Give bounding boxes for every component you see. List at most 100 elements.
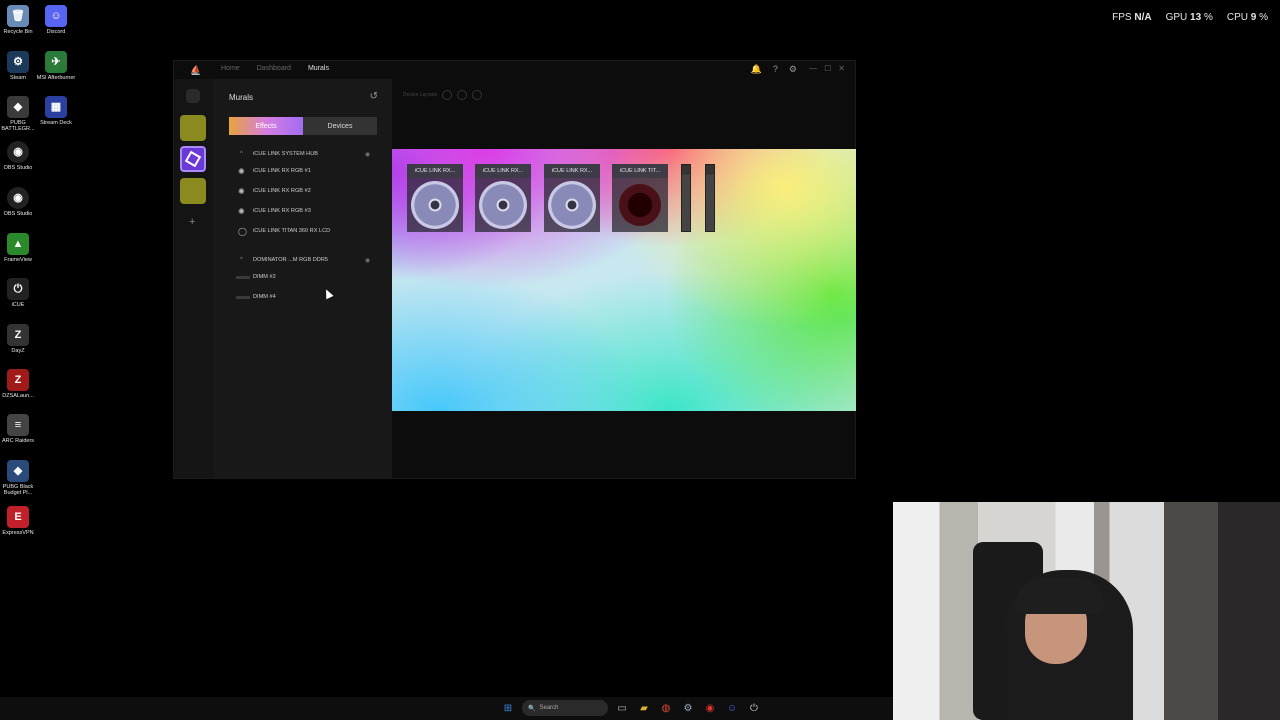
list-item[interactable]: ✺ iCUE LINK RX RGB #1 — [229, 161, 377, 181]
webcam-feed — [893, 502, 1280, 720]
eye-icon[interactable]: ◉ — [365, 151, 377, 158]
dimm-icon — [236, 275, 250, 279]
canvas-device-dimm[interactable] — [705, 164, 715, 232]
pump-icon: ◯ — [238, 226, 247, 236]
list-item[interactable]: DIMM #4 — [229, 287, 377, 307]
desktop-icon-arc-raiders[interactable]: ≡ ARC Raiders — [0, 414, 40, 444]
tab-devices[interactable]: Devices — [303, 117, 377, 135]
desktop-icon-obs-studio[interactable]: ◉ OBS Studio — [0, 141, 40, 171]
panel-tabs: Effects Devices — [229, 117, 377, 135]
title-bar: ⛵ Home Dashboard Murals 🔔 ? ⚙ — ☐ ✕ — [174, 61, 855, 79]
chevron-up-icon[interactable]: ^ — [229, 151, 253, 157]
stream-deck-icon: ▦ — [45, 96, 67, 118]
desktop-icon-dayz[interactable]: Z DayZ — [0, 324, 40, 354]
rail-item-3[interactable] — [180, 178, 206, 204]
pubg-icon: ◆ — [7, 96, 29, 118]
desktop-icon-expressvpn[interactable]: E ExpressVPN — [0, 506, 40, 536]
desktop-icon-obs-studio-2[interactable]: ◉ OBS Studio — [0, 187, 40, 217]
desktop-icon-stream-deck[interactable]: ▦ Stream Deck — [34, 96, 78, 126]
fan-icon: ✺ — [238, 186, 245, 196]
icue-icon: ⏻ — [7, 278, 29, 300]
add-icon[interactable]: + — [189, 216, 195, 228]
group-header[interactable]: ^ iCUE LINK SYSTEM HUB ◉ — [229, 147, 377, 161]
msi-afterburner-icon: ✈ — [45, 51, 67, 73]
layout-button[interactable] — [457, 90, 468, 100]
murals-panel: Murals ↺ Effects Devices ^ iCUE LINK SYS… — [213, 79, 392, 478]
top-nav: Home Dashboard Murals — [221, 65, 346, 72]
collapse-icon[interactable] — [186, 89, 200, 103]
mural-canvas[interactable]: iCUE LINK RX... iCUE LINK RX... iCUE LIN… — [392, 149, 856, 411]
tab-effects[interactable]: Effects — [229, 117, 303, 135]
eye-icon[interactable]: ◉ — [365, 257, 377, 264]
hexagon-icon — [184, 150, 202, 168]
layout-button[interactable] — [442, 90, 453, 100]
layout-button[interactable] — [472, 90, 483, 100]
arc-raiders-icon: ≡ — [7, 414, 29, 436]
rail-item-1[interactable] — [180, 115, 206, 141]
list-item[interactable]: DIMM #2 — [229, 267, 377, 287]
canvas-device-pump[interactable]: iCUE LINK TIT... — [612, 164, 668, 232]
canvas-device-fan[interactable]: iCUE LINK RX... — [475, 164, 531, 232]
nav-dashboard[interactable]: Dashboard — [257, 65, 291, 72]
fan-icon — [479, 181, 527, 229]
desktop-icon-icue[interactable]: ⏻ iCUE — [0, 278, 40, 308]
fps-readout: FPS N/A — [1112, 12, 1152, 23]
minimize-icon[interactable]: — — [809, 64, 817, 73]
app-icon[interactable]: ◉ — [702, 700, 718, 716]
desktop-icon-frameview[interactable]: ▲ FrameView — [0, 233, 40, 263]
icue-window: ⛵ Home Dashboard Murals 🔔 ? ⚙ — ☐ ✕ + Mu… — [173, 60, 856, 479]
gear-icon[interactable]: ⚙ — [789, 64, 797, 75]
desktop-icon-pubg-black-budget[interactable]: ◆ PUBG Black Budget Pl... — [0, 460, 40, 496]
taskbar-search[interactable]: 🔍 Search — [522, 700, 608, 716]
history-icon[interactable]: ↺ — [370, 91, 378, 102]
desktop-icon-discord[interactable]: ☺ Discord — [34, 5, 78, 35]
expressvpn-icon: E — [7, 506, 29, 528]
start-icon[interactable]: ⊞ — [500, 700, 516, 716]
dzsa-icon: Z — [7, 369, 29, 391]
steam-icon[interactable]: ⚙ — [680, 700, 696, 716]
group-header[interactable]: ^ DOMINATOR ...M RGB DDR5 ◉ — [229, 253, 377, 267]
chrome-icon[interactable]: ◍ — [658, 700, 674, 716]
bell-icon[interactable]: 🔔 — [751, 64, 762, 75]
icue-icon[interactable]: ⏻ — [746, 700, 762, 716]
steam-icon: ⚙ — [7, 51, 29, 73]
cpu-readout: CPU 9 % — [1226, 12, 1268, 23]
canvas-device-fan[interactable]: iCUE LINK RX... — [544, 164, 600, 232]
rail-item-murals-active[interactable] — [180, 146, 206, 172]
obs-icon: ◉ — [7, 141, 29, 163]
pump-icon — [619, 184, 661, 226]
gpu-readout: GPU 13 % — [1165, 12, 1213, 23]
canvas-device-dimm[interactable] — [681, 164, 691, 232]
close-icon[interactable]: ✕ — [838, 64, 845, 73]
search-icon: 🔍 — [528, 705, 536, 712]
task-view-icon[interactable]: ▭ — [614, 700, 630, 716]
chevron-up-icon[interactable]: ^ — [229, 257, 253, 263]
panel-title: Murals — [229, 93, 254, 102]
frameview-icon: ▲ — [7, 233, 29, 255]
fan-icon — [548, 181, 596, 229]
desktop-icon-dzsa[interactable]: Z DZSALaun... — [0, 369, 40, 399]
taskbar-icons: ⊞ 🔍 Search ▭ ▰ ◍ ⚙ ◉ ☺ ⏻ — [500, 700, 762, 716]
nav-murals[interactable]: Murals — [308, 65, 329, 72]
maximize-icon[interactable]: ☐ — [824, 64, 831, 73]
device-group-hub: ^ iCUE LINK SYSTEM HUB ◉ ✺ iCUE LINK RX R… — [229, 147, 377, 241]
dimm-icon — [236, 295, 250, 299]
canvas-device-fan[interactable]: iCUE LINK RX... — [407, 164, 463, 232]
discord-icon: ☺ — [45, 5, 67, 27]
taskbar: ⊞ 🔍 Search ▭ ▰ ◍ ⚙ ◉ ☺ ⏻ — [0, 697, 893, 720]
obs-icon: ◉ — [7, 187, 29, 209]
performance-overlay: FPS N/A GPU 13 % CPU 9 % — [1112, 12, 1268, 23]
desktop: 🗑 Recycle Bin ☺ Discord ⚙ Steam ✈ MSI Af… — [0, 0, 1280, 720]
fan-icon: ✺ — [238, 166, 245, 176]
recycle-bin-icon: 🗑 — [7, 5, 29, 27]
desktop-icon-msi-afterburner[interactable]: ✈ MSI Afterburner — [34, 51, 78, 81]
list-item[interactable]: ✺ iCUE LINK RX RGB #3 — [229, 201, 377, 221]
corsair-logo-icon: ⛵ — [190, 65, 202, 75]
list-item[interactable]: ◯ iCUE LINK TITAN 360 RX LCD — [229, 221, 377, 241]
help-icon[interactable]: ? — [773, 64, 778, 75]
discord-icon[interactable]: ☺ — [724, 700, 740, 716]
list-item[interactable]: ✺ iCUE LINK RX RGB #2 — [229, 181, 377, 201]
fan-icon — [411, 181, 459, 229]
file-explorer-icon[interactable]: ▰ — [636, 700, 652, 716]
nav-home[interactable]: Home — [221, 65, 240, 72]
